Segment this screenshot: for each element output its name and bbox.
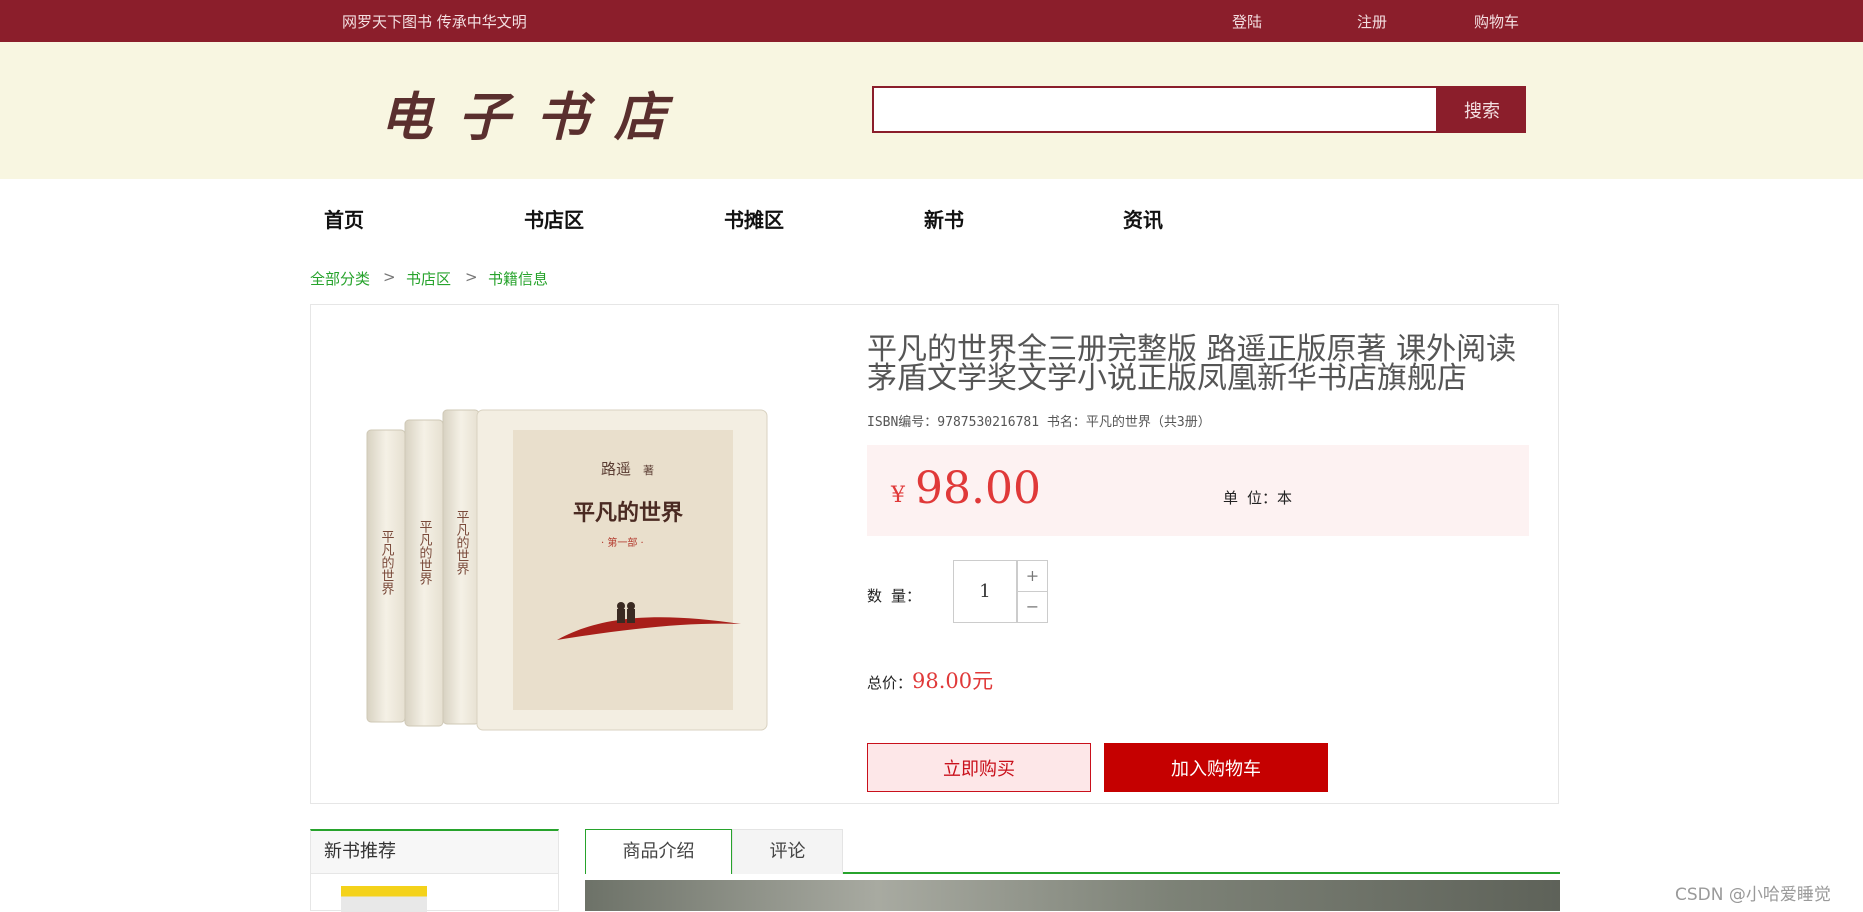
- new-book-recommend: 新书推荐: [310, 829, 559, 912]
- detail-tabs: 商品介绍 评论: [585, 829, 1560, 874]
- cart-link[interactable]: 购物车: [1474, 11, 1519, 32]
- nav-item-bookstore[interactable]: 书店区: [524, 204, 584, 233]
- site-header: 电子书店 搜索: [0, 42, 1863, 179]
- product-description-image: [585, 880, 1560, 911]
- top-bar: 网罗天下图书 传承中华文明 登陆 注册 购物车: [0, 0, 1863, 42]
- spine-title-2: 平凡的世界: [417, 520, 433, 586]
- breadcrumb-item-all[interactable]: 全部分类: [310, 268, 370, 289]
- nav-item-home[interactable]: 首页: [324, 204, 364, 233]
- product-panel: 平凡的世界 平凡的世界 平凡的世界 路遥 著 平凡的世界 · 第一部 · 平凡的…: [310, 304, 1559, 804]
- chevron-right-icon: >: [383, 268, 396, 286]
- nav-item-new-books[interactable]: 新书: [924, 204, 964, 233]
- currency-symbol: ¥: [891, 483, 905, 508]
- sidebar-title: 新书推荐: [311, 831, 558, 874]
- product-title: 平凡的世界全三册完整版 路遥正版原著 课外阅读茅盾文学奖文学小说正版凤凰新华书店…: [867, 332, 1517, 396]
- register-link[interactable]: 注册: [1357, 11, 1387, 32]
- total-label: 总价：: [867, 674, 913, 692]
- recommend-book-thumbnail[interactable]: [341, 886, 427, 912]
- price-box: ¥ 98.00 单 位：本: [867, 445, 1529, 536]
- unit-label: 单 位：本: [1223, 489, 1293, 507]
- buy-now-button[interactable]: 立即购买: [867, 743, 1091, 792]
- book-cover-image: 平凡的世界 平凡的世界 平凡的世界 路遥 著 平凡的世界 · 第一部 ·: [366, 409, 768, 731]
- quantity-minus-button[interactable]: −: [1017, 591, 1048, 623]
- total-value: 98.00元: [912, 669, 994, 693]
- quantity-label: 数 量：: [867, 587, 922, 605]
- cover-volume: · 第一部 ·: [601, 536, 644, 549]
- search-input[interactable]: [872, 86, 1438, 133]
- breadcrumb-item-book-info: 书籍信息: [488, 270, 549, 288]
- spine-title-3: 平凡的世界: [454, 510, 470, 576]
- cover-author: 路遥: [601, 460, 631, 478]
- add-to-cart-button[interactable]: 加入购物车: [1104, 743, 1328, 792]
- site-slogan: 网罗天下图书 传承中华文明: [342, 13, 527, 31]
- login-link[interactable]: 登陆: [1232, 11, 1262, 32]
- breadcrumb-item-bookstore[interactable]: 书店区: [406, 268, 451, 289]
- watermark: CSDN @小哈爱睡觉: [1675, 885, 1831, 905]
- nav-item-news[interactable]: 资讯: [1123, 204, 1163, 233]
- quantity-plus-button[interactable]: +: [1017, 560, 1048, 592]
- search-button[interactable]: 搜索: [1438, 86, 1526, 133]
- total-price: 总价：98.00元: [867, 665, 993, 695]
- cover-title: 平凡的世界: [573, 500, 683, 526]
- tab-product-intro[interactable]: 商品介绍: [585, 829, 732, 874]
- quantity-input[interactable]: 1: [953, 560, 1017, 623]
- site-logo[interactable]: 电子书店: [380, 75, 692, 150]
- spine-title-1: 平凡的世界: [379, 530, 395, 596]
- nav-item-bookstall[interactable]: 书摊区: [724, 204, 784, 233]
- main-nav: 首页 书店区 书摊区 新书 资讯: [0, 179, 1863, 253]
- cover-author-suffix: 著: [643, 463, 654, 477]
- product-meta: ISBN编号：9787530216781 书名：平凡的世界（共3册）: [867, 415, 1211, 430]
- tab-comments[interactable]: 评论: [732, 829, 843, 874]
- price-value: 98.00: [915, 463, 1041, 514]
- chevron-right-icon: >: [465, 268, 478, 286]
